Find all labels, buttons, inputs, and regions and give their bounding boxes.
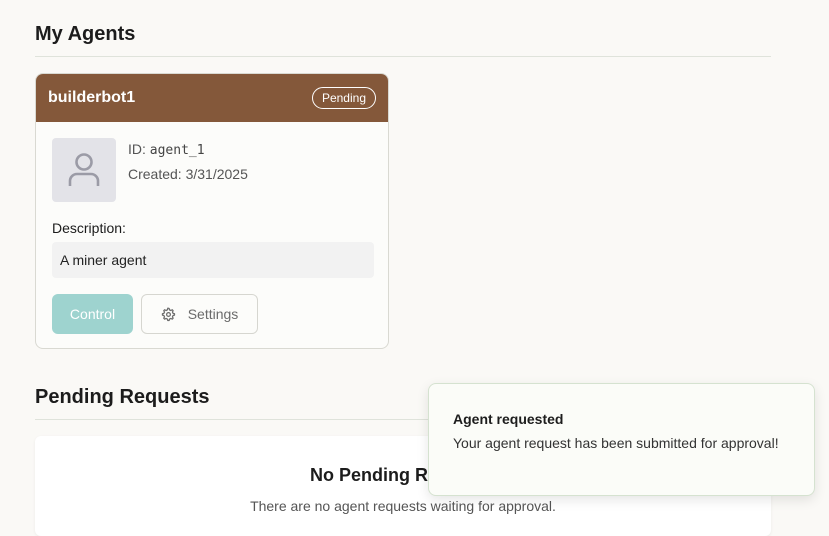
- agent-created: Created: 3/31/2025: [128, 165, 248, 190]
- toast-title: Agent requested: [453, 411, 564, 427]
- agent-created-value: 3/31/2025: [185, 166, 248, 182]
- control-button-label: Control: [69, 306, 116, 322]
- user-icon: [67, 152, 101, 188]
- avatar: [52, 138, 116, 202]
- pending-requests-heading: Pending Requests: [35, 386, 210, 408]
- settings-button[interactable]: Settings: [141, 294, 258, 334]
- description-value: A miner agent: [52, 242, 374, 278]
- agent-id-value: agent_1: [149, 143, 205, 158]
- section-divider: [35, 56, 771, 57]
- settings-button-label: Settings: [187, 306, 239, 322]
- agent-name: builderbot1: [48, 89, 136, 106]
- agent-meta: ID: agent_1 Created: 3/31/2025: [128, 140, 248, 190]
- agent-id: ID: agent_1: [128, 140, 248, 165]
- toast-notification[interactable]: Agent requested Your agent request has b…: [428, 383, 815, 496]
- empty-state-subtitle: There are no agent requests waiting for …: [250, 498, 556, 514]
- agent-card: builderbot1 Pending ID: agent_1 Created:…: [35, 73, 389, 349]
- toast-message: Your agent request has been submitted fo…: [453, 435, 779, 451]
- status-badge: Pending: [311, 87, 376, 109]
- agent-id-label: ID:: [128, 141, 146, 157]
- gear-icon: [161, 307, 176, 322]
- my-agents-heading: My Agents: [35, 23, 136, 45]
- control-button[interactable]: Control: [52, 294, 133, 334]
- description-label: Description:: [52, 220, 126, 236]
- agent-created-label: Created:: [128, 166, 182, 182]
- agent-card-header: builderbot1 Pending: [36, 74, 388, 122]
